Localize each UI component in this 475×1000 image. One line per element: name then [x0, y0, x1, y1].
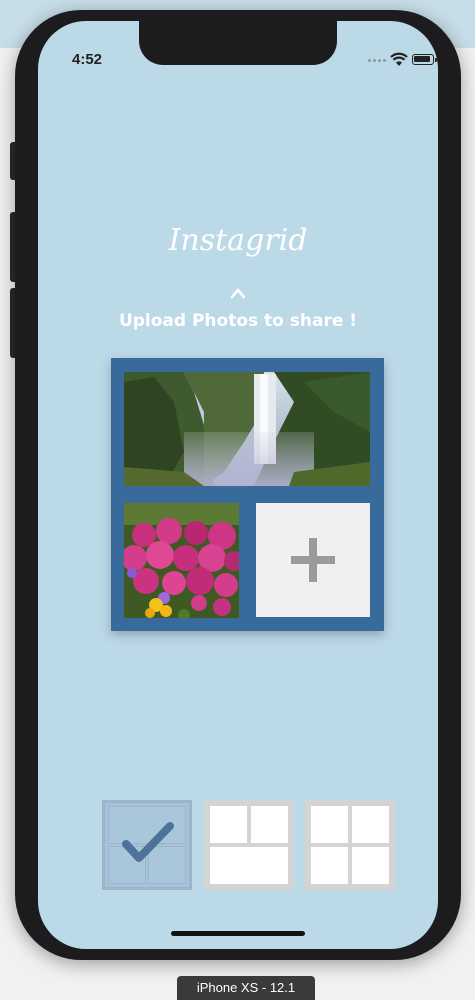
layout-cell	[311, 847, 348, 884]
swipe-up-chevron-icon	[230, 288, 246, 299]
photo-grid[interactable]	[111, 358, 384, 631]
layout-cell	[251, 806, 288, 843]
cellular-icon	[368, 59, 386, 63]
app-screen: 4:52 Instagrid Upload Photos to share !	[38, 21, 438, 949]
status-time: 4:52	[72, 51, 103, 68]
layout-two-top-one-bottom-button[interactable]	[204, 800, 294, 890]
home-indicator[interactable]	[171, 931, 305, 936]
iphone-frame: 4:52 Instagrid Upload Photos to share !	[15, 10, 461, 960]
battery-icon	[412, 54, 437, 65]
checkmark-icon	[122, 822, 174, 862]
app-title: Instagrid	[168, 223, 308, 258]
layout-cell	[210, 847, 288, 884]
layout-cell	[352, 806, 389, 843]
layout-one-top-two-bottom-button[interactable]	[102, 800, 192, 890]
wifi-icon	[390, 52, 408, 66]
layout-cell	[311, 806, 348, 843]
device-notch	[139, 21, 337, 65]
add-photo-button[interactable]	[256, 503, 370, 617]
simulator-device-label: iPhone XS - 12.1	[177, 976, 315, 1000]
flowers-photo[interactable]	[124, 503, 239, 618]
layout-cell	[352, 847, 389, 884]
waterfall-photo[interactable]	[124, 372, 370, 486]
plus-icon	[291, 538, 335, 582]
layout-four-squares-button[interactable]	[305, 800, 395, 890]
layout-cell	[210, 806, 247, 843]
upload-instruction[interactable]: Upload Photos to share !	[38, 311, 438, 331]
